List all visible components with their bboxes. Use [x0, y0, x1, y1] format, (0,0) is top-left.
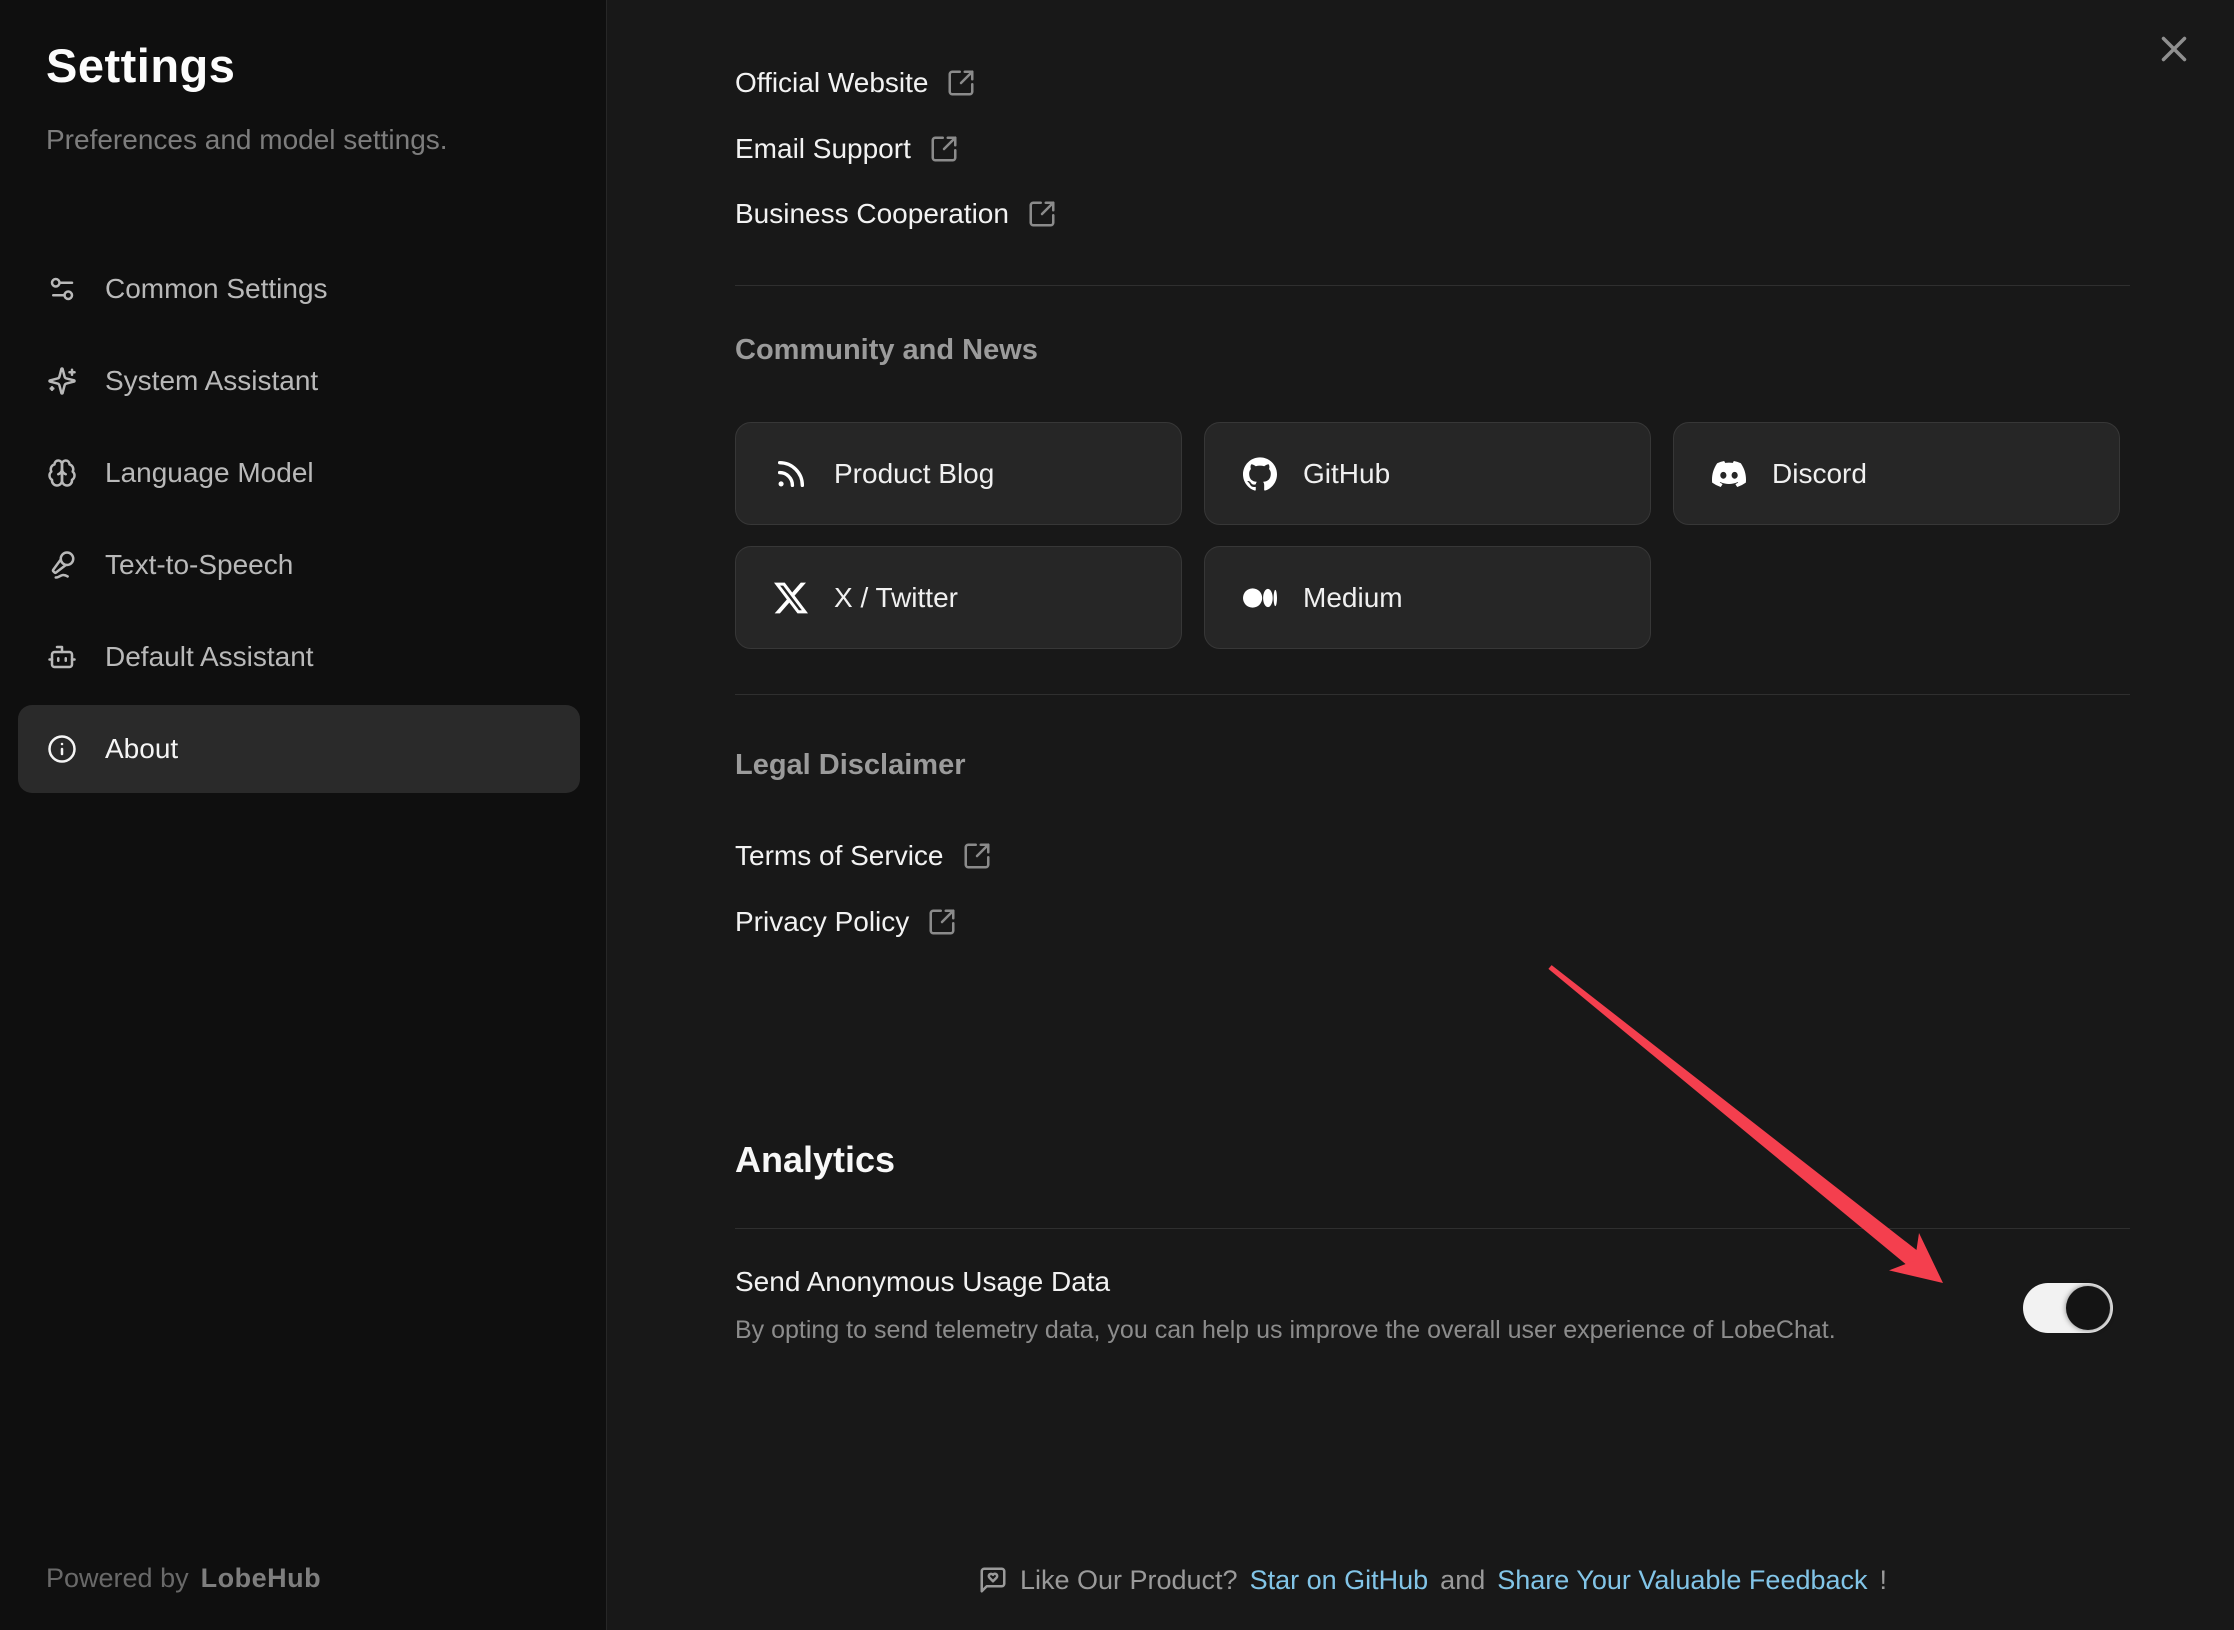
- legal-title: Legal Disclaimer: [735, 745, 966, 785]
- info-icon: [47, 734, 77, 764]
- sidebar-item-label: About: [105, 733, 178, 765]
- sliders-icon: [47, 274, 77, 304]
- footer-text: Like Our Product?: [1020, 1565, 1238, 1596]
- section-divider: [735, 285, 2130, 286]
- sidebar-item-system-assistant[interactable]: System Assistant: [18, 337, 580, 425]
- toggle-knob: [2066, 1286, 2110, 1330]
- external-link-icon: [946, 68, 976, 98]
- rss-icon: [774, 457, 808, 491]
- discord-button[interactable]: Discord: [1673, 422, 2120, 525]
- close-button[interactable]: [2153, 28, 2195, 70]
- footer-text: !: [1880, 1565, 1888, 1596]
- contact-us-title: Contact Us: [735, 0, 888, 10]
- sidebar-item-text-to-speech[interactable]: Text-to-Speech: [18, 521, 580, 609]
- external-link-icon: [1027, 199, 1057, 229]
- community-buttons: Product Blog GitHub Discord: [735, 422, 2120, 649]
- lobehub-logo[interactable]: LobeHub: [201, 1563, 321, 1594]
- sidebar-item-default-assistant[interactable]: Default Assistant: [18, 613, 580, 701]
- official-website-link[interactable]: Official Website: [735, 63, 976, 103]
- x-twitter-icon: [774, 581, 808, 615]
- settings-modal: Settings Preferences and model settings.…: [0, 0, 2234, 1630]
- external-link-icon: [962, 841, 992, 871]
- sidebar-item-label: Default Assistant: [105, 641, 314, 673]
- sidebar-item-language-model[interactable]: Language Model: [18, 429, 580, 517]
- business-cooperation-link[interactable]: Business Cooperation: [735, 194, 1057, 234]
- link-label: Official Website: [735, 67, 928, 99]
- link-label: Email Support: [735, 133, 911, 165]
- github-button[interactable]: GitHub: [1204, 422, 1651, 525]
- button-label: Product Blog: [834, 458, 994, 490]
- discord-icon: [1712, 457, 1746, 491]
- sidebar-item-label: Text-to-Speech: [105, 549, 293, 581]
- sidebar-item-common-settings[interactable]: Common Settings: [18, 245, 580, 333]
- analytics-title: Analytics: [735, 1136, 895, 1184]
- email-support-link[interactable]: Email Support: [735, 129, 959, 169]
- close-icon: [2153, 28, 2195, 70]
- section-divider: [735, 1228, 2130, 1229]
- settings-menu: Common Settings System Assistant Languag…: [18, 245, 580, 797]
- brain-icon: [47, 458, 77, 488]
- sidebar-item-label: System Assistant: [105, 365, 318, 397]
- mic-icon: [47, 550, 77, 580]
- button-label: GitHub: [1303, 458, 1390, 490]
- external-link-icon: [929, 134, 959, 164]
- community-title: Community and News: [735, 330, 1038, 370]
- share-feedback-link[interactable]: Share Your Valuable Feedback: [1497, 1565, 1867, 1596]
- settings-sidebar: Settings Preferences and model settings.…: [0, 0, 607, 1630]
- settings-title: Settings: [46, 38, 235, 93]
- x-twitter-button[interactable]: X / Twitter: [735, 546, 1182, 649]
- telemetry-setting-label: Send Anonymous Usage Data: [735, 1262, 1110, 1302]
- external-link-icon: [927, 907, 957, 937]
- medium-button[interactable]: Medium: [1204, 546, 1651, 649]
- button-label: Medium: [1303, 582, 1403, 614]
- sidebar-item-label: Common Settings: [105, 273, 328, 305]
- powered-by: Powered by LobeHub: [46, 1558, 321, 1598]
- sparkles-icon: [47, 366, 77, 396]
- sidebar-item-label: Language Model: [105, 457, 314, 489]
- star-on-github-link[interactable]: Star on GitHub: [1250, 1565, 1429, 1596]
- settings-subtitle: Preferences and model settings.: [46, 124, 448, 156]
- button-label: X / Twitter: [834, 582, 958, 614]
- button-label: Discord: [1772, 458, 1867, 490]
- message-square-heart-icon: [978, 1565, 1008, 1595]
- product-blog-button[interactable]: Product Blog: [735, 422, 1182, 525]
- privacy-policy-link[interactable]: Privacy Policy: [735, 902, 957, 942]
- section-divider: [735, 694, 2130, 695]
- telemetry-toggle[interactable]: [2023, 1283, 2113, 1333]
- link-label: Privacy Policy: [735, 906, 909, 938]
- sidebar-item-about[interactable]: About: [18, 705, 580, 793]
- link-label: Business Cooperation: [735, 198, 1009, 230]
- footer-text: and: [1440, 1565, 1485, 1596]
- about-panel: Contact Us Official Website Email Suppor…: [607, 0, 2234, 1630]
- github-icon: [1243, 457, 1277, 491]
- medium-icon: [1243, 581, 1277, 615]
- powered-by-text: Powered by: [46, 1563, 189, 1594]
- terms-of-service-link[interactable]: Terms of Service: [735, 836, 992, 876]
- link-label: Terms of Service: [735, 840, 944, 872]
- bot-icon: [47, 642, 77, 672]
- feedback-footer: Like Our Product? Star on GitHub and Sha…: [735, 1558, 2130, 1602]
- telemetry-setting-description: By opting to send telemetry data, you ca…: [735, 1312, 1836, 1348]
